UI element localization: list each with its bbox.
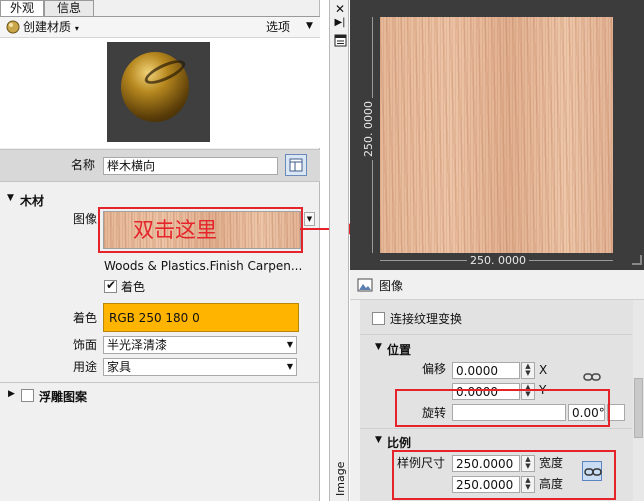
offset-x-field[interactable]: 0.0000: [452, 362, 520, 379]
relief-expand-icon[interactable]: ▶: [8, 389, 15, 399]
tab-info-label: 信息: [56, 1, 81, 15]
tab-appearance-label: 外观: [9, 1, 34, 15]
name-field[interactable]: 榉木横向: [103, 157, 278, 175]
tab-appearance[interactable]: 外观: [0, 0, 44, 16]
use-value: 家具: [107, 360, 132, 374]
double-click-annotation: 双击这里: [133, 218, 217, 242]
tint-label: 着色: [73, 311, 98, 325]
texture-editor-panel: 250. 0000 250. 0000 图像 连接纹理变换 ▼ 位置 偏移 0.…: [350, 0, 644, 501]
checkmark-icon: ✔: [106, 278, 117, 292]
height-dimension-label: 250. 0000: [362, 98, 375, 160]
finish-label: 饰面: [73, 338, 98, 352]
divider: [360, 334, 632, 335]
properties-icon[interactable]: [333, 34, 347, 48]
create-material-icon[interactable]: [6, 20, 20, 37]
wood-section-title: 木材: [20, 194, 45, 208]
material-editor-panel: 外观 信息 创建材质 ▾ 选项 ▼ 名称 榉木横向 ▼ 木材 图像 双击这里 ▼…: [0, 0, 320, 501]
offset-label: 偏移: [422, 362, 447, 376]
create-material-button[interactable]: 创建材质 ▾: [23, 19, 79, 37]
wood-collapse-icon[interactable]: ▼: [7, 193, 14, 203]
scale-collapse-icon[interactable]: ▼: [375, 435, 382, 445]
use-select[interactable]: 家具 ▼: [103, 358, 297, 376]
material-browser-button[interactable]: [285, 154, 307, 176]
image-caption: Woods & Plastics.Finish Carpen...: [104, 259, 303, 273]
annotation-box-scale: [392, 450, 616, 500]
create-material-label: 创建材质: [23, 20, 72, 34]
width-dimension-label: 250. 0000: [467, 254, 529, 267]
finish-value: 半光泽清漆: [107, 338, 168, 352]
use-label: 用途: [73, 360, 98, 374]
panel-icon: [289, 158, 303, 172]
options-dropdown-icon[interactable]: ▼: [306, 21, 313, 31]
create-material-dropdown-icon: ▾: [74, 24, 79, 33]
collapse-icon[interactable]: ▶|: [333, 16, 347, 30]
options-label: 选项: [266, 20, 291, 34]
divider: [360, 428, 632, 429]
annotation-box-rotation: [395, 389, 610, 427]
close-icon[interactable]: ✕: [333, 2, 347, 16]
relief-checkbox[interactable]: [21, 389, 34, 402]
side-strip: ✕ ▶| Image: [329, 0, 349, 501]
image-vertical-tab-label: Image: [334, 461, 347, 496]
name-label: 名称: [71, 158, 96, 172]
resize-grip-icon[interactable]: [632, 255, 642, 265]
image-icon: [357, 277, 373, 296]
finish-select[interactable]: 半光泽清漆 ▼: [103, 336, 297, 354]
image-label: 图像: [73, 212, 98, 226]
finish-dropdown-icon: ▼: [286, 340, 293, 349]
scale-section-title: 比例: [387, 436, 412, 450]
x-axis-label: X: [539, 363, 548, 377]
image-section-title: 图像: [379, 279, 404, 293]
material-toolbar: 创建材质 ▾ 选项 ▼: [0, 16, 320, 38]
image-vertical-tab[interactable]: Image: [332, 458, 348, 498]
options-button[interactable]: 选项: [266, 19, 290, 35]
position-section-title: 位置: [387, 343, 412, 357]
link-transforms-label: 连接纹理变换: [390, 312, 463, 326]
texture-preview[interactable]: [380, 17, 613, 253]
tint-color-swatch[interactable]: RGB 250 180 0: [103, 303, 299, 332]
link-transforms-checkbox[interactable]: [372, 312, 385, 325]
tint-checkbox[interactable]: ✔: [104, 278, 117, 293]
use-dropdown-icon: ▼: [286, 362, 293, 371]
material-preview-sphere[interactable]: [107, 42, 210, 142]
relief-section-title: 浮雕图案: [39, 390, 88, 404]
position-collapse-icon[interactable]: ▼: [375, 342, 382, 352]
divider: [0, 382, 320, 383]
offset-link-icon[interactable]: [583, 371, 601, 386]
tint-value: RGB 250 180 0: [109, 311, 200, 325]
tint-checkbox-label: 着色: [121, 280, 146, 294]
scrollbar-thumb[interactable]: [634, 378, 643, 438]
tab-info[interactable]: 信息: [44, 0, 94, 16]
offset-x-spinner[interactable]: ▲ ▼: [521, 362, 535, 379]
